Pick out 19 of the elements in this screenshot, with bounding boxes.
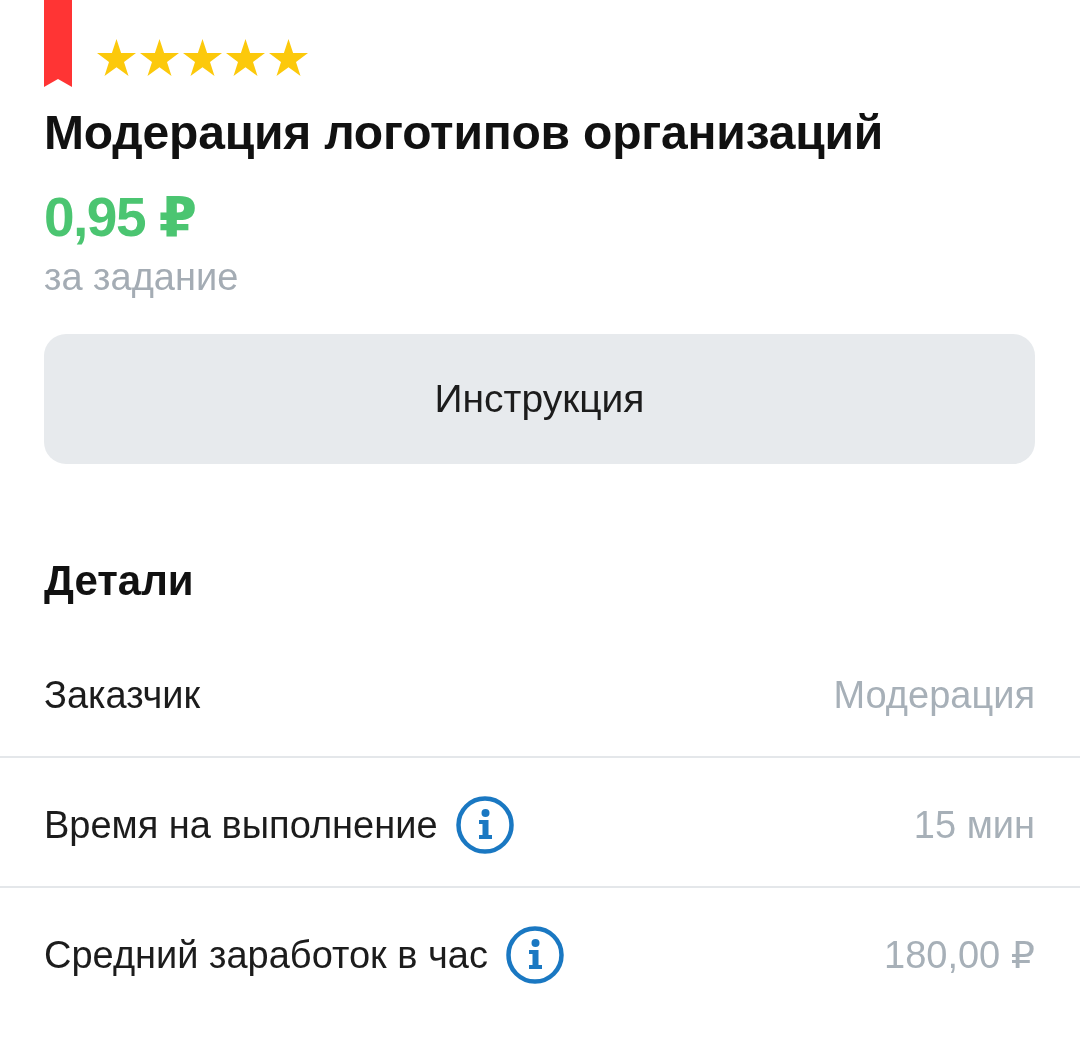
- instruction-button[interactable]: Инструкция: [44, 334, 1035, 464]
- bookmark-icon[interactable]: [44, 0, 72, 87]
- details-heading: Детали: [44, 556, 195, 606]
- task-price: 0,95 ₽: [44, 185, 197, 250]
- star-icon: [140, 39, 179, 76]
- star-icon: [226, 39, 265, 76]
- detail-value: 15 мин: [913, 803, 1035, 847]
- price-note: за задание: [44, 255, 240, 299]
- detail-value: Модерация: [833, 673, 1035, 717]
- detail-label: Заказчик: [44, 673, 201, 717]
- info-icon[interactable]: [505, 926, 564, 984]
- star-icon: [269, 39, 308, 76]
- star-icon: [97, 39, 136, 76]
- info-icon[interactable]: [455, 796, 514, 854]
- detail-label: Время на выполнение: [44, 803, 438, 847]
- detail-label: Средний заработок в час: [44, 933, 488, 977]
- detail-value: 180,00 ₽: [884, 933, 1035, 977]
- task-title: Модерация логотипов организаций: [44, 105, 885, 161]
- star-icon: [183, 39, 222, 76]
